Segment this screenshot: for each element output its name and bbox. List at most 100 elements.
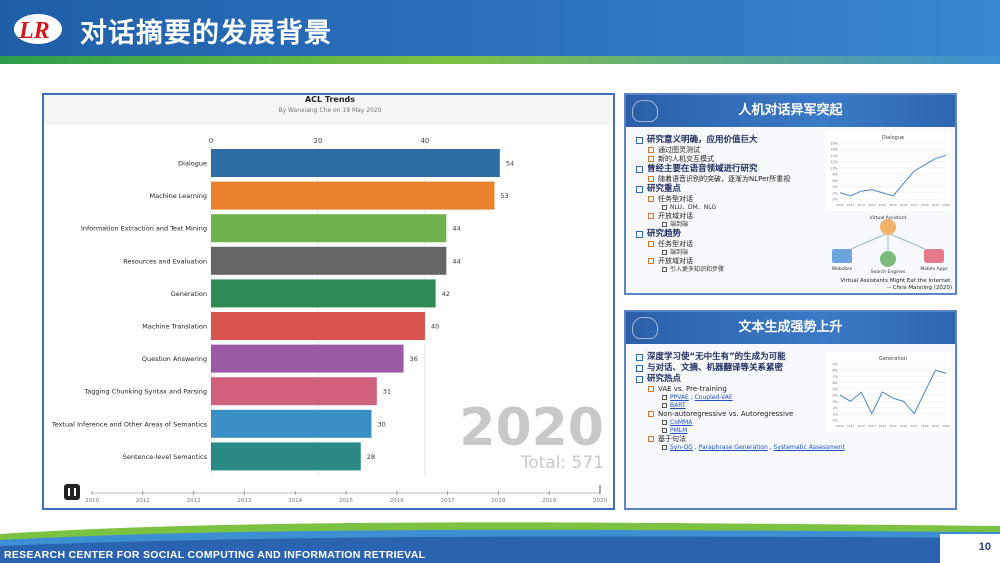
bullet-text: 引入更多知识和步骤 xyxy=(670,266,725,273)
bullet-level-1: 研究热点 xyxy=(636,374,851,385)
apps-label: Mobile Apps xyxy=(920,266,948,272)
bullet-text: 研究热点 xyxy=(647,374,682,384)
brain-icon xyxy=(632,100,658,122)
value-label: 53 xyxy=(500,192,508,200)
x-tick-label: 20 xyxy=(314,137,323,145)
mini-x-tick: 2012 xyxy=(857,424,865,428)
svg-text:LR: LR xyxy=(18,18,50,44)
paper-link[interactable]: CoMMA xyxy=(670,419,692,426)
bullet-square-icon xyxy=(636,376,643,383)
mini-x-tick: 2018 xyxy=(921,424,929,428)
paper-links: PPVAE , Coupled-VAE xyxy=(670,394,733,401)
paper-links: CoMMA xyxy=(670,419,692,427)
mini-x-tick: 2011 xyxy=(847,203,855,207)
bullet-level-1: 研究重点 xyxy=(636,184,826,195)
mini-x-tick: 2011 xyxy=(847,424,855,428)
paper-link[interactable]: Syn-QG xyxy=(670,444,693,451)
bullet-level-2: VAE vs. Pre-training xyxy=(648,385,851,394)
mini-y-tick: 0% xyxy=(832,198,838,202)
mini-x-tick: 2016 xyxy=(900,424,908,428)
bar xyxy=(211,246,447,275)
bullet-text: NLU、DM、NLG xyxy=(670,204,717,211)
mini-x-tick: 2018 xyxy=(921,203,929,207)
category-label: Machine Learning xyxy=(150,192,208,200)
bullet-text: 开放域对话 xyxy=(658,212,693,220)
paper-link[interactable]: BART xyxy=(670,402,686,409)
bar xyxy=(211,344,404,373)
mini-y-tick: 2% xyxy=(832,191,838,195)
footer-text: RESEARCH CENTER FOR SOCIAL COMPUTING AND… xyxy=(4,549,426,561)
category-label: Machine Translation xyxy=(142,323,207,331)
bullet-level-3: PMLM xyxy=(662,427,851,435)
paper-link[interactable]: Coupled-VAE xyxy=(695,394,733,401)
websites-label: Websites xyxy=(832,266,853,272)
bullet-square-icon xyxy=(648,436,654,442)
bullet-text: 任务型对话 xyxy=(658,195,693,203)
bullet-text: 与对话、文摘、机器翻译等关系紧密 xyxy=(647,363,784,373)
mini-x-tick: 2017 xyxy=(910,203,918,207)
play-button[interactable] xyxy=(64,484,80,500)
mini-x-tick: 2013 xyxy=(868,203,876,207)
panel-dialogue: 人机对话异军突起 研究意义明确，应用价值巨大 通过图灵测试 新的人机交互模式 曾经主要… xyxy=(624,93,957,295)
mini-line-series xyxy=(839,369,947,415)
paper-link[interactable]: Paraphrase Generation xyxy=(699,444,768,451)
paper-link[interactable]: PMLM xyxy=(670,427,687,434)
mini-y-tick: 0% xyxy=(832,419,838,423)
mini-x-tick: 2012 xyxy=(857,203,865,207)
bullet-level-3: 端到端 xyxy=(662,249,826,257)
mini-y-tick: 4% xyxy=(832,394,838,398)
panel-dialogue-title: 人机对话异军突起 xyxy=(738,103,843,118)
bullet-level-1: 与对话、文摘、机器翻译等关系紧密 xyxy=(636,363,851,374)
bullet-text: 端到端 xyxy=(670,249,689,256)
timeline-label: 2010 xyxy=(85,498,99,504)
bullet-text: 新的人机交互模式 xyxy=(658,155,714,163)
mini-y-tick: 10% xyxy=(830,166,838,170)
paper-link[interactable]: PPVAE xyxy=(670,394,689,401)
bullet-square-icon xyxy=(648,386,654,392)
mini-x-tick: 2010 xyxy=(836,203,844,207)
mini-x-tick: 2019 xyxy=(932,203,940,207)
mini-y-tick: 1% xyxy=(832,412,838,416)
bullet-text: 基于句法 xyxy=(658,435,686,443)
mini-x-tick: 2016 xyxy=(900,203,908,207)
panel-generation-header: 文本生成强势上升 xyxy=(626,312,955,344)
search-label: Search Engines xyxy=(871,269,906,275)
bullet-square-icon xyxy=(648,156,654,162)
bullet-square-icon xyxy=(662,403,667,408)
bullet-level-2: 基于句法 xyxy=(648,435,851,444)
mini-x-tick: 2014 xyxy=(879,203,887,207)
bullet-square-icon xyxy=(648,213,654,219)
timeline-label: 2017 xyxy=(441,498,455,504)
mini-y-tick: 6% xyxy=(832,381,838,385)
mini-y-tick: 4% xyxy=(832,185,838,189)
mini-y-tick: 16% xyxy=(830,148,838,152)
bullet-level-3: NLU、DM、NLG xyxy=(662,204,826,212)
category-label: Generation xyxy=(171,290,207,298)
x-tick-label: 0 xyxy=(209,137,213,145)
websites-icon xyxy=(832,249,852,263)
bullet-text: 端到端 xyxy=(670,221,689,228)
value-label: 42 xyxy=(442,290,450,298)
paper-link[interactable]: Systematic Assessment xyxy=(774,444,845,451)
timeline-label: 2012 xyxy=(187,498,201,504)
bullet-square-icon xyxy=(662,420,667,425)
bullet-text: 研究意义明确，应用价值巨大 xyxy=(647,135,758,145)
bar xyxy=(211,279,436,308)
value-label: 36 xyxy=(410,355,418,363)
slide: LR 对话摘要的发展背景 ACL Trends By Wanxiang Che o… xyxy=(0,0,1000,563)
bullet-square-icon xyxy=(636,137,643,144)
bullet-square-icon xyxy=(636,365,643,372)
manning-quote: Virtual Assistants Might Eat the Interne… xyxy=(840,278,952,292)
category-label: Tagging Chunking Syntax and Parsing xyxy=(83,388,207,396)
bullet-square-icon xyxy=(636,166,643,173)
bullet-square-icon xyxy=(662,250,667,255)
bullet-text: 深度学习使“无中生有”的生成为可能 xyxy=(647,352,786,362)
mini-y-tick: 2% xyxy=(832,406,838,410)
bar xyxy=(211,442,361,471)
bullet-square-icon xyxy=(636,354,643,361)
bullet-square-icon xyxy=(648,176,654,182)
bullet-level-2: 任务型对话 xyxy=(648,240,826,249)
mini-x-tick: 2010 xyxy=(836,424,844,428)
mini-y-tick: 5% xyxy=(832,387,838,391)
bullet-level-1: 曾经主要在语音领域进行研究 xyxy=(636,164,826,175)
